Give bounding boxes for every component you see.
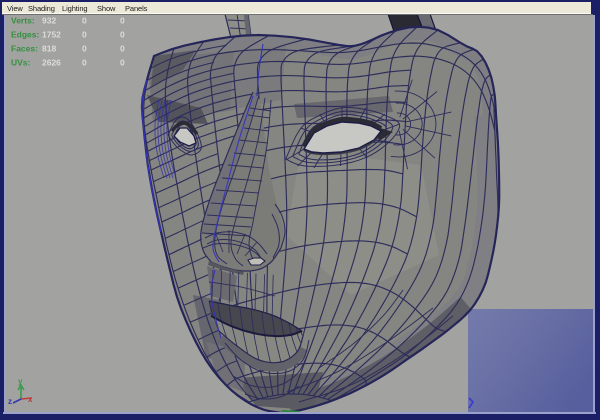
svg-text:932: 932 [42,16,56,26]
svg-text:Verts:: Verts: [11,16,35,26]
svg-text:0: 0 [120,44,125,54]
svg-text:UVs:: UVs: [11,58,31,68]
svg-text:0: 0 [82,16,87,26]
svg-text:0: 0 [82,44,87,54]
svg-text:0: 0 [120,16,125,26]
svg-text:2626: 2626 [42,58,61,68]
svg-text:1752: 1752 [42,30,61,40]
svg-text:0: 0 [120,58,125,68]
svg-text:y: y [18,377,23,386]
svg-text:0: 0 [120,30,125,40]
svg-text:0: 0 [82,30,87,40]
svg-text:Faces:: Faces: [11,44,38,54]
svg-text:x: x [28,395,33,404]
svg-text:Edges:: Edges: [11,30,40,40]
svg-text:z: z [8,397,12,406]
svg-text:818: 818 [42,44,56,54]
svg-text:0: 0 [82,58,87,68]
